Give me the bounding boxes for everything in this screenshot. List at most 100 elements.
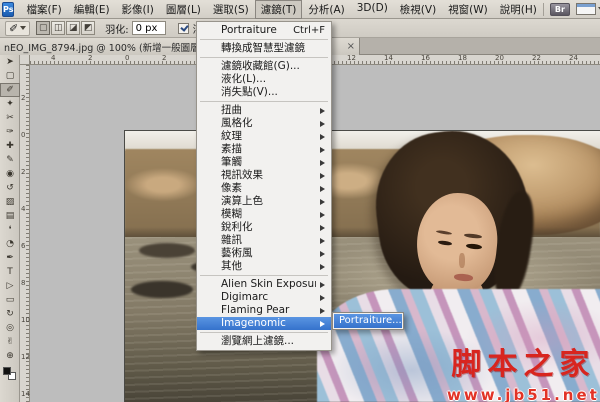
- submenu-item[interactable]: Portraiture...: [334, 314, 402, 328]
- lasso-icon: ✐: [9, 22, 18, 35]
- filter-menu-item[interactable]: 扭曲: [197, 104, 331, 117]
- pen-tool[interactable]: ✒: [0, 251, 20, 265]
- menu-item-label: Flaming Pear: [221, 304, 316, 317]
- menubar-item[interactable]: 濾鏡(T): [255, 0, 303, 19]
- filter-menu-item[interactable]: 演算上色: [197, 195, 331, 208]
- filter-menu-item[interactable]: Flaming Pear: [197, 304, 331, 317]
- zoom-tool[interactable]: ⊕: [0, 349, 20, 363]
- menubar-item[interactable]: 編輯(E): [68, 0, 116, 19]
- menubar-item[interactable]: 圖層(L): [160, 0, 207, 19]
- foreground-color-swatch[interactable]: [3, 367, 11, 375]
- filter-menu-item[interactable]: Alien Skin Exposure 2: [197, 278, 331, 291]
- filter-menu-item[interactable]: 紋理: [197, 130, 331, 143]
- menu-item-label: 雜訊: [221, 234, 316, 247]
- blur-tool[interactable]: ❛: [0, 223, 20, 237]
- menubar-item[interactable]: 視窗(W): [442, 0, 494, 19]
- workspace-switcher[interactable]: [576, 3, 600, 15]
- filter-menu-item[interactable]: 其他: [197, 260, 331, 273]
- vertical-ruler[interactable]: 202468101214: [20, 65, 30, 402]
- menubar-item[interactable]: 影像(I): [116, 0, 160, 19]
- antialias-checkbox[interactable]: [178, 23, 189, 34]
- eraser-tool[interactable]: ▨: [0, 195, 20, 209]
- menu-item-label: 銳利化: [221, 221, 316, 234]
- close-icon[interactable]: ×: [347, 41, 355, 52]
- intersect-selection-icon[interactable]: ◩: [81, 21, 95, 35]
- filter-menu-item[interactable]: 視訊效果: [197, 169, 331, 182]
- eyedropper-tool[interactable]: ✑: [0, 125, 20, 139]
- 3d-rotate-tool[interactable]: ↻: [0, 307, 20, 321]
- menubar-items: 檔案(F)編輯(E)影像(I)圖層(L)選取(S)濾鏡(T)分析(A)3D(D)…: [20, 0, 542, 19]
- filter-menu-item[interactable]: 風格化: [197, 117, 331, 130]
- ruler-label: 12: [347, 55, 356, 62]
- menubar-item[interactable]: 分析(A): [302, 0, 350, 19]
- add-to-selection-icon[interactable]: ◫: [51, 21, 65, 35]
- ruler-label: 16: [421, 55, 430, 62]
- marquee-tool[interactable]: ▢: [0, 69, 20, 83]
- filter-menu-item[interactable]: 轉換成智慧型濾鏡: [197, 42, 331, 55]
- feather-label: 羽化:: [105, 21, 128, 36]
- subtract-from-selection-icon[interactable]: ◪: [66, 21, 80, 35]
- menubar-item[interactable]: 說明(H): [494, 0, 543, 19]
- filter-menu-item[interactable]: 濾鏡收藏館(G)...: [197, 60, 331, 73]
- ruler-label: 2: [88, 55, 92, 62]
- watermark-title: 脚本之家: [447, 339, 600, 383]
- shape-tool[interactable]: ▭: [0, 293, 20, 307]
- menubar-item[interactable]: 檢視(V): [394, 0, 442, 19]
- ruler-label: 0: [125, 55, 129, 62]
- filter-menu-item[interactable]: 像素: [197, 182, 331, 195]
- submenu-arrow-icon: [320, 321, 325, 327]
- submenu-arrow-icon: [320, 173, 325, 179]
- gradient-tool[interactable]: ▤: [0, 209, 20, 223]
- feather-input[interactable]: [132, 21, 166, 35]
- workspace-icon: [576, 3, 596, 15]
- healing-brush-tool[interactable]: ✚: [0, 139, 20, 153]
- brush-tool[interactable]: ✎: [0, 153, 20, 167]
- submenu-arrow-icon: [320, 134, 325, 140]
- ruler-label: 0: [21, 132, 25, 139]
- 3d-orbit-tool[interactable]: ◎: [0, 321, 20, 335]
- submenu-arrow-icon: [320, 147, 325, 153]
- tool-panel: ➤▢✐✦✂✑✚✎◉↺▨▤❛◔✒T▷▭↻◎✌⊕: [0, 55, 20, 402]
- menubar-divider: [543, 3, 544, 16]
- filter-menu-item[interactable]: 消失點(V)...: [197, 86, 331, 99]
- menu-item-label: 消失點(V)...: [221, 86, 325, 99]
- type-tool[interactable]: T: [0, 265, 20, 279]
- submenu-arrow-icon: [320, 308, 325, 314]
- menu-item-label: 濾鏡收藏館(G)...: [221, 60, 325, 73]
- filter-menu-item[interactable]: 液化(L)...: [197, 73, 331, 86]
- filter-menu-item[interactable]: 銳利化: [197, 221, 331, 234]
- filter-menu-item[interactable]: 素描: [197, 143, 331, 156]
- selection-mode-group: ▢◫◪◩: [36, 21, 95, 35]
- ruler-label: 6: [21, 243, 25, 250]
- new-selection-icon[interactable]: ▢: [36, 21, 50, 35]
- ruler-label: 18: [458, 55, 467, 62]
- menubar-item[interactable]: 3D(D): [351, 0, 394, 19]
- filter-menu-item[interactable]: 模糊: [197, 208, 331, 221]
- lasso-tool[interactable]: ✐: [0, 83, 20, 97]
- menubar-item[interactable]: 檔案(F): [20, 0, 67, 19]
- filter-menu-item[interactable]: Digimarc: [197, 291, 331, 304]
- color-swatches[interactable]: [3, 367, 17, 381]
- filter-menu-item[interactable]: 筆觸: [197, 156, 331, 169]
- quick-selection-tool[interactable]: ✦: [0, 97, 20, 111]
- filter-menu-item[interactable]: PortraitureCtrl+F: [197, 24, 331, 37]
- filter-menu-item[interactable]: Imagenomic: [197, 317, 331, 330]
- move-tool[interactable]: ➤: [0, 55, 20, 69]
- menu-item-label: 風格化: [221, 117, 316, 130]
- submenu-arrow-icon: [320, 225, 325, 231]
- crop-tool[interactable]: ✂: [0, 111, 20, 125]
- menu-item-label: 瀏覽網上濾鏡...: [221, 335, 325, 348]
- history-brush-tool[interactable]: ↺: [0, 181, 20, 195]
- dodge-tool[interactable]: ◔: [0, 237, 20, 251]
- bridge-button[interactable]: Br: [550, 3, 570, 16]
- clone-stamp-tool[interactable]: ◉: [0, 167, 20, 181]
- filter-menu-item[interactable]: 雜訊: [197, 234, 331, 247]
- filter-menu-item[interactable]: 藝術風: [197, 247, 331, 260]
- filter-menu-item[interactable]: 瀏覽網上濾鏡...: [197, 335, 331, 348]
- path-selection-tool[interactable]: ▷: [0, 279, 20, 293]
- menubar-item[interactable]: 選取(S): [207, 0, 255, 19]
- tool-preset-picker[interactable]: ✐: [5, 21, 30, 36]
- hand-tool[interactable]: ✌: [0, 335, 20, 349]
- submenu-arrow-icon: [320, 238, 325, 244]
- ruler-label: 20: [495, 55, 504, 62]
